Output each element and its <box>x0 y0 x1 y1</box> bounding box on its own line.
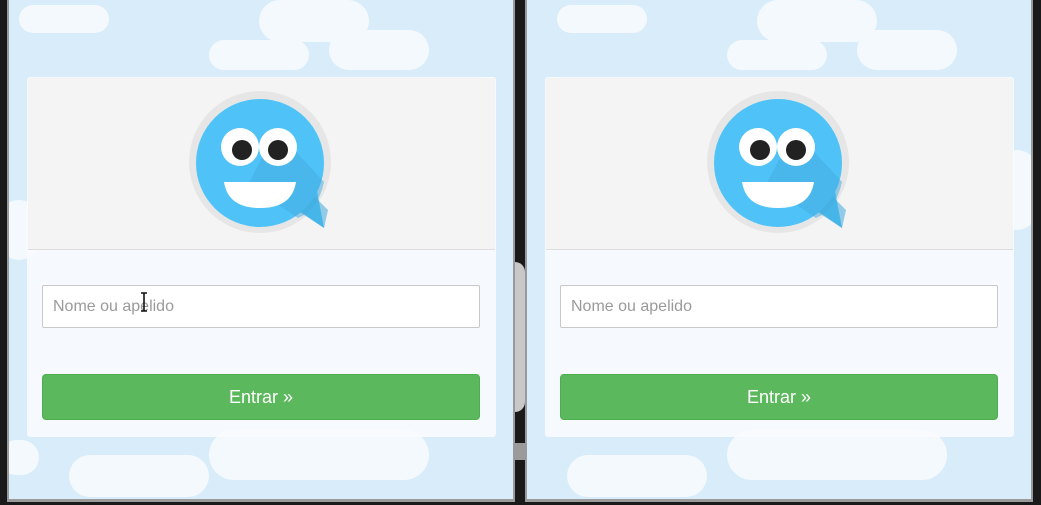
chat-bubble-smiley-icon <box>707 91 849 233</box>
text-cursor-icon <box>141 292 147 312</box>
name-input[interactable] <box>42 285 480 328</box>
split-drag-handle[interactable] <box>515 262 525 412</box>
login-card: Entrar » <box>27 77 496 437</box>
card-header <box>28 78 495 250</box>
enter-button[interactable]: Entrar » <box>42 374 480 420</box>
browser-window-left: Entrar » <box>7 0 515 502</box>
browser-window-right: Entrar » <box>525 0 1033 502</box>
login-card: Entrar » <box>545 77 1014 437</box>
split-grip[interactable] <box>515 443 525 460</box>
window-divider <box>515 0 525 505</box>
chat-bubble-smiley-icon <box>189 91 331 233</box>
card-header <box>546 78 1013 250</box>
enter-button[interactable]: Entrar » <box>560 374 998 420</box>
name-input[interactable] <box>560 285 998 328</box>
